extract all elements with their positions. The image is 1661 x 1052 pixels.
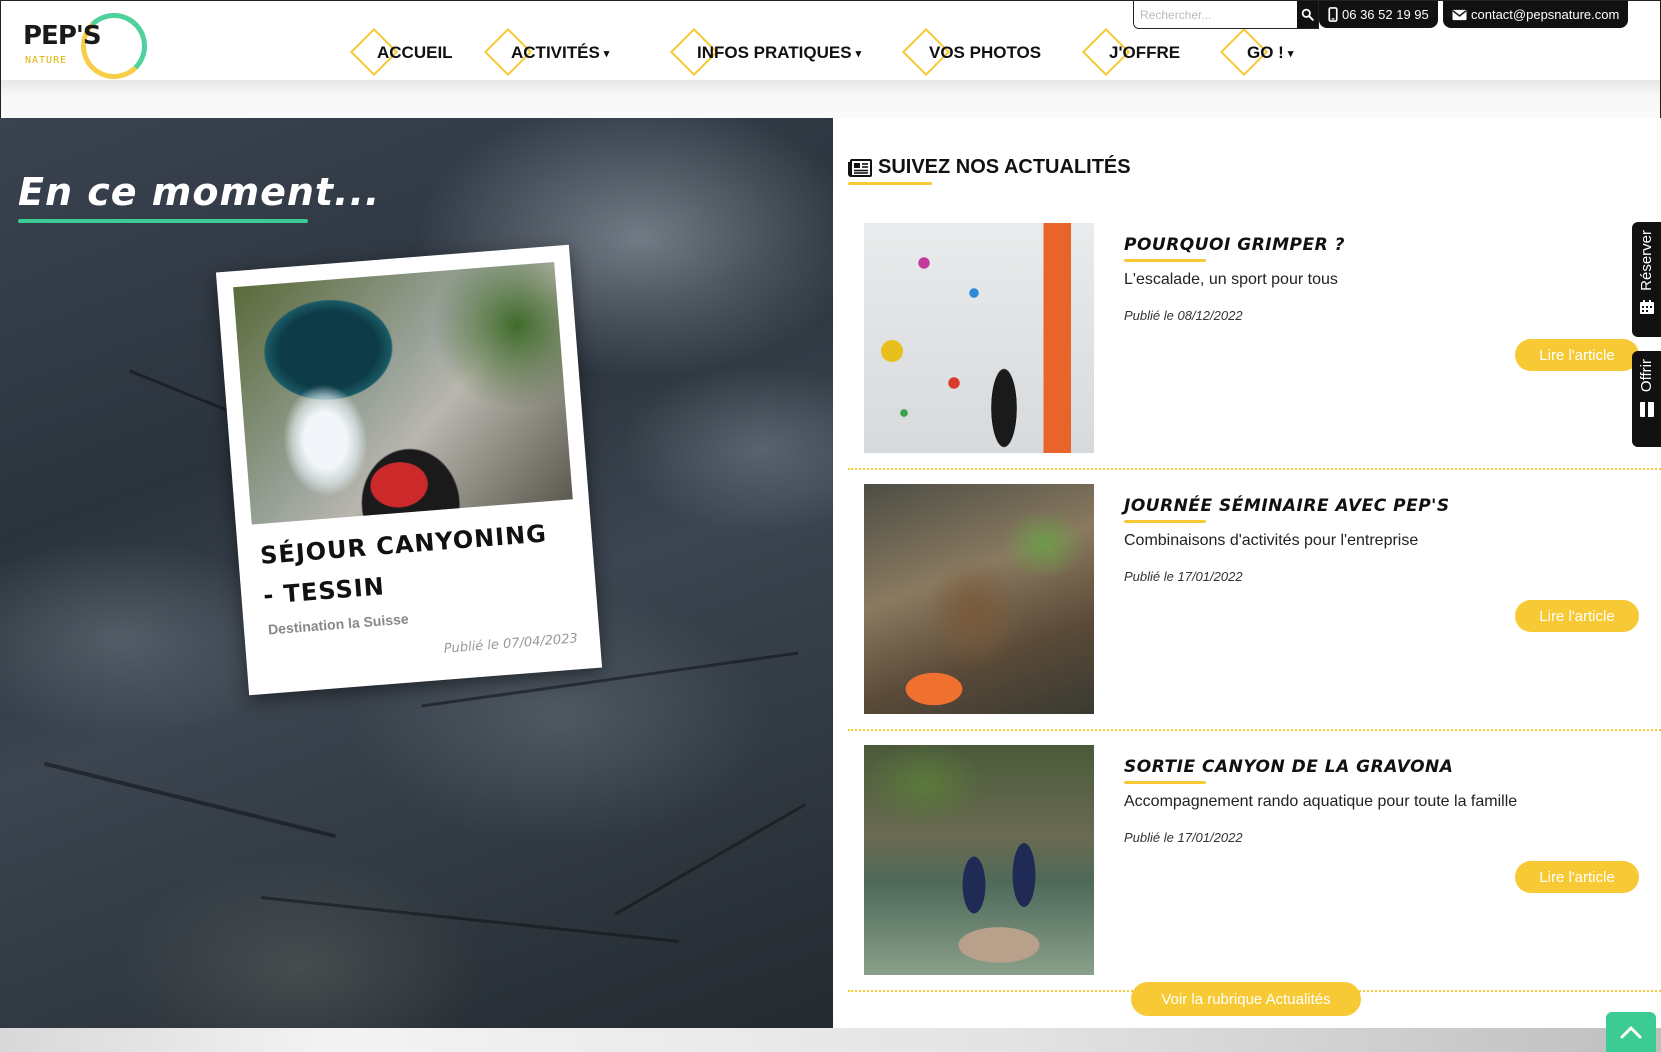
email-address: contact@pepsnature.com: [1471, 7, 1620, 22]
footer-strip: [0, 1028, 1661, 1052]
news-heading-text: SUIVEZ NOS ACTUALITÉS: [878, 156, 1131, 178]
article-title[interactable]: JOURNÉE SÉMINAIRE AVEC PEP'S: [1124, 496, 1450, 516]
logo-text: PEP'S: [23, 21, 102, 51]
featured-article-subtitle: Destination la Suisse: [267, 610, 410, 638]
rock-texture: [613, 803, 807, 916]
gift-card-icon: [1639, 402, 1654, 418]
news-article: SORTIE CANYON DE LA GRAVONA Accompagneme…: [848, 745, 1661, 1005]
article-date: Publié le 17/01/2022: [1124, 830, 1243, 845]
nav-item-activites[interactable]: ACTIVITÉS ▾: [483, 27, 609, 77]
nav-label: GO !: [1247, 43, 1284, 62]
featured-article-photo: [233, 261, 573, 525]
news-section: SUIVEZ NOS ACTUALITÉS POURQUOI GRIMPER ?…: [834, 118, 1661, 1028]
article-separator: [848, 468, 1661, 470]
search-icon: [1301, 8, 1314, 21]
article-date: Publié le 17/01/2022: [1124, 569, 1243, 584]
nav-label: INFOS PRATIQUES: [697, 43, 852, 62]
site-logo[interactable]: PEP'S NATURE: [23, 11, 147, 79]
article-thumbnail[interactable]: [864, 745, 1094, 975]
nav-label-wrap: ACTIVITÉS ▾: [497, 43, 609, 63]
site-header: PEP'S NATURE ACCUEIL ACTIVITÉS ▾ INFOS PR…: [0, 0, 1661, 80]
news-heading: SUIVEZ NOS ACTUALITÉS: [848, 156, 1131, 179]
article-title-underline: [1124, 259, 1206, 262]
search-input[interactable]: [1134, 1, 1297, 28]
search-box: [1133, 1, 1319, 29]
phone-number: 06 36 52 19 95: [1342, 7, 1429, 22]
article-title-underline: [1124, 520, 1206, 523]
featured-article-card[interactable]: SÉJOUR CANYONING - TESSIN Destination la…: [215, 244, 603, 696]
newspaper-icon: [848, 158, 872, 177]
view-all-news-button[interactable]: Voir la rubrique Actualités: [1131, 982, 1361, 1016]
nav-label: J'OFFRE: [1109, 43, 1181, 62]
featured-article-title: SÉJOUR CANYONING - TESSIN: [259, 519, 548, 610]
article-description: Combinaisons d'activités pour l'entrepri…: [1124, 532, 1419, 549]
chevron-up-icon: [1620, 1026, 1642, 1039]
article-description: L'escalade, un sport pour tous: [1124, 271, 1338, 288]
article-separator: [848, 729, 1661, 731]
logo-subtext: NATURE: [25, 55, 68, 66]
nav-label: ACCUEIL: [377, 43, 453, 62]
reserve-tab-label: Réserver: [1638, 230, 1655, 291]
news-article: POURQUOI GRIMPER ? L'escalade, un sport …: [848, 223, 1661, 483]
article-description: Accompagnement rando aquatique pour tout…: [1124, 793, 1518, 810]
caret-down-icon: ▾: [855, 48, 862, 60]
hero-section: En ce moment... SÉJOUR CANYONING - TESSI…: [0, 118, 833, 1028]
nav-label: VOS PHOTOS: [929, 43, 1042, 62]
nav-item-accueil[interactable]: ACCUEIL: [349, 27, 453, 77]
article-thumbnail[interactable]: [864, 484, 1094, 714]
nav-label: ACTIVITÉS: [511, 43, 600, 62]
phone-link[interactable]: 06 36 52 19 95: [1319, 1, 1438, 28]
offer-tab-label: Offrir: [1638, 359, 1655, 393]
read-article-button[interactable]: Lire l'article: [1515, 861, 1639, 893]
search-button[interactable]: [1297, 1, 1318, 28]
hero-title-underline: [18, 219, 308, 223]
envelope-icon: [1452, 9, 1467, 20]
caret-down-icon: ▾: [1287, 48, 1294, 60]
email-link[interactable]: contact@pepsnature.com: [1443, 1, 1629, 28]
read-article-button[interactable]: Lire l'article: [1515, 339, 1639, 371]
news-article: JOURNÉE SÉMINAIRE AVEC PEP'S Combinaison…: [848, 484, 1661, 744]
nav-item-vos-photos[interactable]: VOS PHOTOS: [901, 27, 1042, 77]
nav-label-wrap: INFOS PRATIQUES ▾: [683, 43, 861, 63]
article-title-underline: [1124, 781, 1206, 784]
offer-tab[interactable]: Offrir: [1632, 351, 1661, 447]
reserve-tab[interactable]: Réserver: [1632, 222, 1661, 337]
hero-title: En ce moment...: [18, 170, 381, 214]
article-title[interactable]: POURQUOI GRIMPER ?: [1124, 235, 1345, 255]
mobile-phone-icon: [1328, 7, 1338, 22]
calendar-icon: [1639, 299, 1654, 314]
nav-label-wrap: GO ! ▾: [1233, 43, 1293, 63]
news-heading-underline: [848, 182, 932, 185]
article-thumbnail[interactable]: [864, 223, 1094, 453]
rock-texture: [260, 896, 680, 943]
article-date: Publié le 08/12/2022: [1124, 308, 1243, 323]
featured-article-date: Publié le 07/04/2023: [443, 631, 579, 657]
article-title[interactable]: SORTIE CANYON DE LA GRAVONA: [1124, 757, 1453, 777]
scroll-to-top-button[interactable]: [1606, 1012, 1656, 1052]
read-article-button[interactable]: Lire l'article: [1515, 600, 1639, 632]
caret-down-icon: ▾: [603, 48, 610, 60]
nav-item-infos-pratiques[interactable]: INFOS PRATIQUES ▾: [669, 27, 861, 77]
nav-item-go[interactable]: GO ! ▾: [1219, 27, 1293, 77]
header-shadow: [0, 80, 1661, 118]
nav-item-joffre[interactable]: J'OFFRE: [1081, 27, 1181, 77]
rock-texture: [43, 761, 337, 839]
